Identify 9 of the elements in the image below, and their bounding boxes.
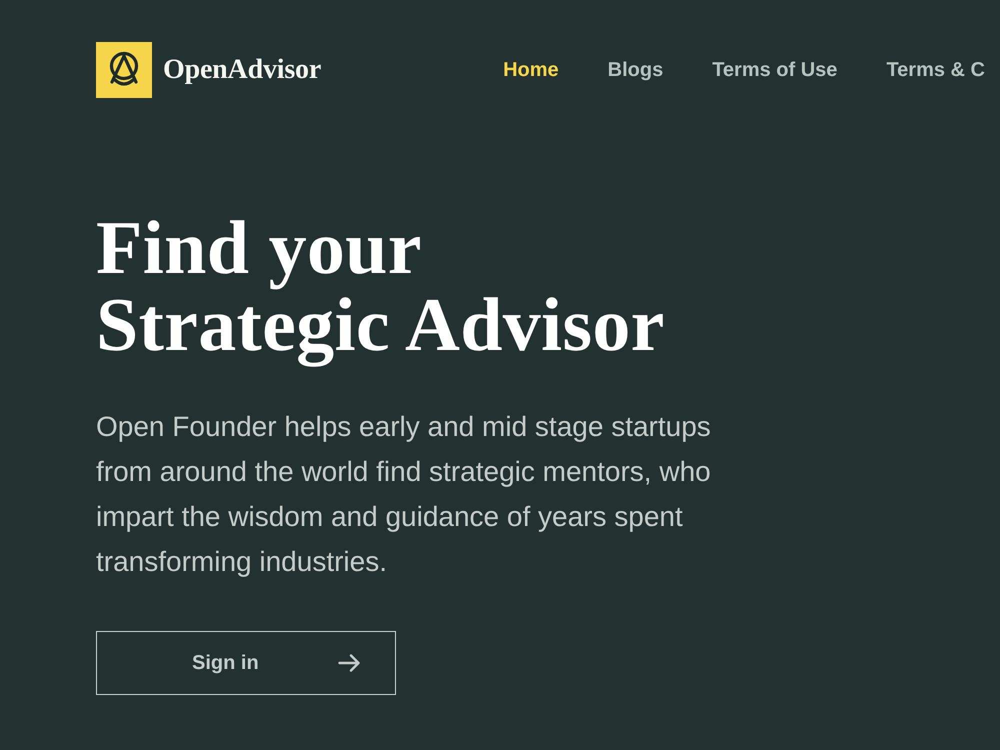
logo-icon[interactable] — [96, 42, 152, 98]
nav-link[interactable]: Terms & C — [886, 55, 985, 85]
arrow-right-icon — [338, 654, 360, 672]
brand-name[interactable]: OpenAdvisor — [163, 49, 322, 91]
nav-link[interactable]: Terms of Use — [712, 55, 838, 85]
hero-description: Open Founder helps early and mid stage startups from around the world find strategic mentors, who impart the wisdom and guidance of years spent transforming industries. — [96, 410, 712, 579]
nav-link[interactable]: Home — [503, 55, 559, 85]
sign-in-button[interactable]: Sign in — [96, 631, 396, 695]
nav-link[interactable]: Blogs — [608, 55, 664, 85]
